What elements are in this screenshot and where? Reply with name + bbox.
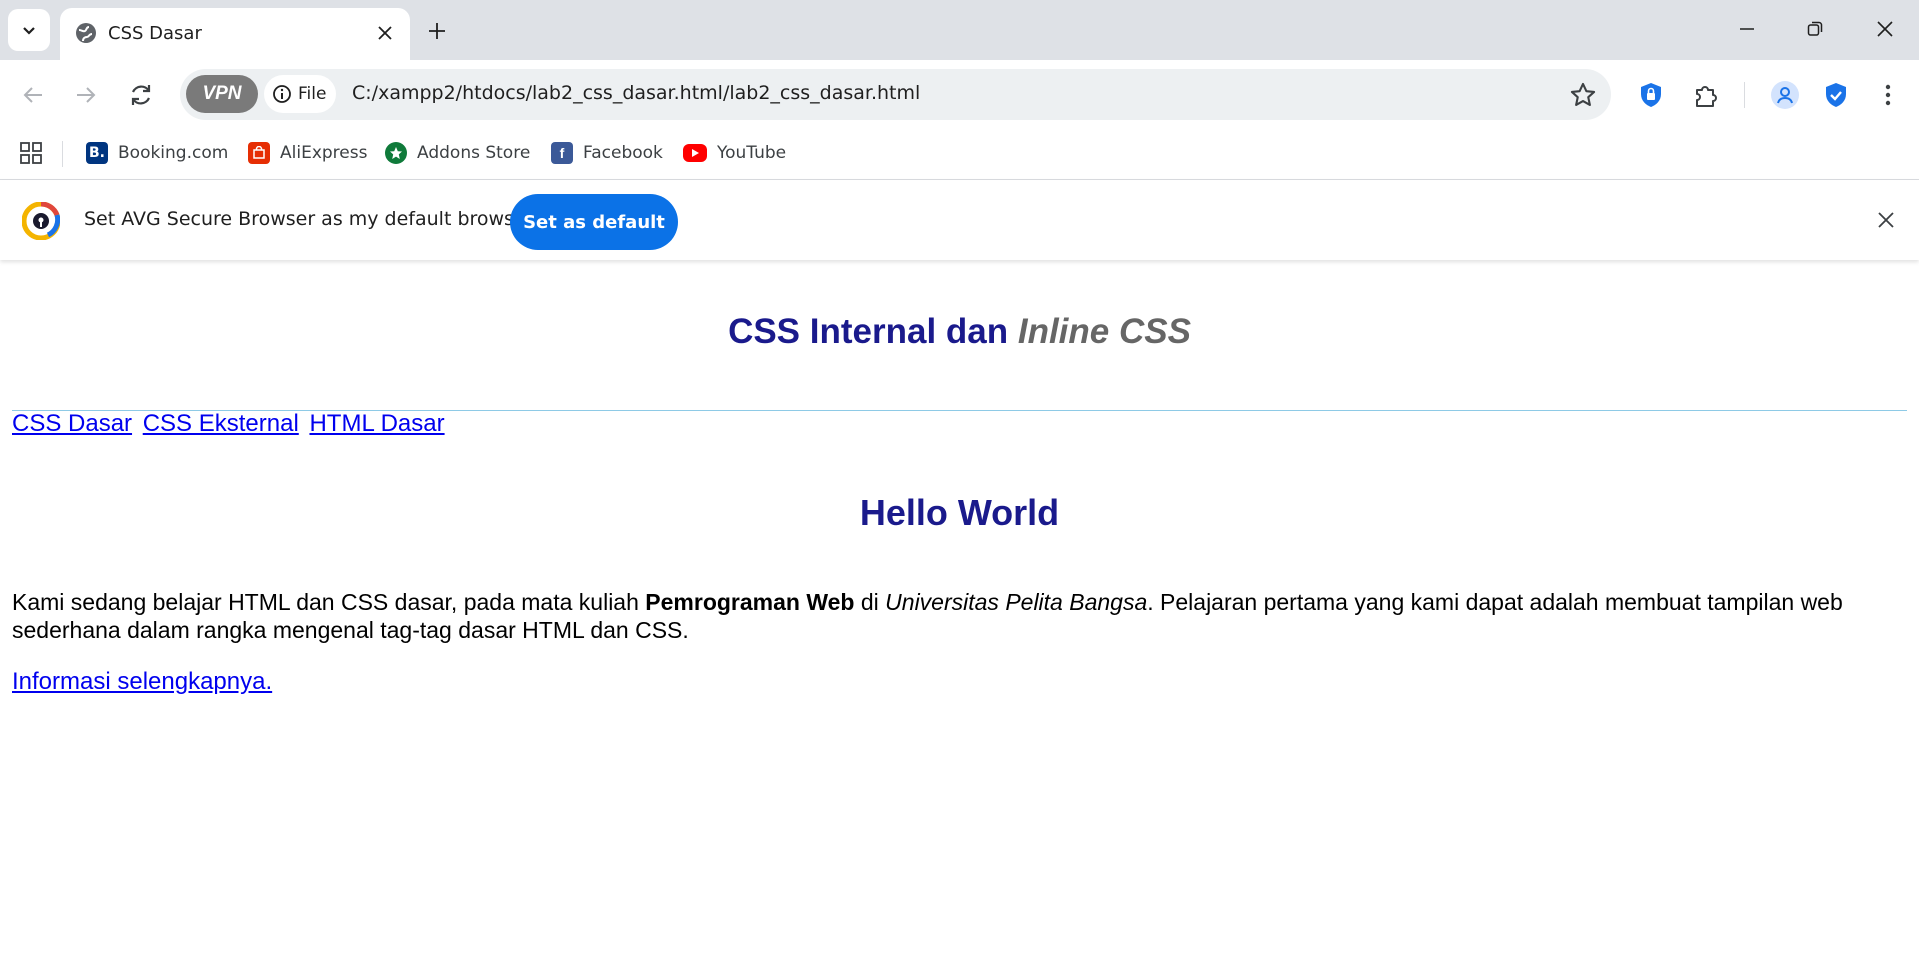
more-info-link[interactable]: Informasi selengkapnya. bbox=[12, 668, 272, 696]
heading-inline-text: Inline CSS bbox=[1017, 312, 1191, 351]
toolbar-divider bbox=[1744, 82, 1745, 108]
heading-internal-text: CSS Internal dan bbox=[728, 312, 1018, 351]
site-info-chip[interactable]: File bbox=[264, 75, 336, 113]
tab-search-button[interactable] bbox=[8, 9, 50, 51]
infobar-close-icon[interactable] bbox=[1873, 207, 1899, 233]
tab-strip: CSS Dasar bbox=[0, 0, 1919, 60]
default-browser-infobar: Set AVG Secure Browser as my default bro… bbox=[0, 180, 1919, 260]
bookmark-label: AliExpress bbox=[280, 143, 368, 163]
bookmarks-bar: B. Booking.com AliExpress Addons Store f… bbox=[0, 129, 1919, 180]
globe-icon bbox=[76, 23, 96, 43]
reload-icon bbox=[131, 85, 151, 105]
bookmark-label: Booking.com bbox=[118, 143, 229, 163]
arrow-left-icon bbox=[23, 87, 42, 103]
back-button[interactable] bbox=[13, 75, 53, 115]
youtube-icon bbox=[683, 144, 707, 162]
minimize-button[interactable] bbox=[1713, 6, 1781, 52]
booking-icon: B. bbox=[86, 142, 108, 164]
bookmark-facebook[interactable]: f Facebook bbox=[551, 138, 663, 168]
menu-button[interactable] bbox=[1868, 75, 1908, 115]
tab-close-icon[interactable] bbox=[372, 20, 398, 46]
facebook-icon: f bbox=[551, 142, 573, 164]
bookmark-addons-store[interactable]: Addons Store bbox=[385, 138, 530, 168]
close-icon bbox=[1877, 21, 1893, 37]
profile-button[interactable] bbox=[1765, 75, 1805, 115]
para-text: Kami sedang belajar HTML dan CSS dasar, … bbox=[12, 589, 646, 615]
tab-css-dasar[interactable]: CSS Dasar bbox=[60, 8, 410, 60]
bookmark-youtube[interactable]: YouTube bbox=[683, 138, 786, 168]
nav-link-css-dasar[interactable]: CSS Dasar bbox=[12, 410, 132, 437]
vpn-label: VPN bbox=[202, 83, 242, 104]
address-bar[interactable]: VPN File C:/xampp2/htdocs/lab2_css_dasar… bbox=[180, 69, 1611, 120]
aliexpress-icon bbox=[248, 142, 270, 164]
avg-privacy-button[interactable] bbox=[1631, 75, 1671, 115]
more-vert-icon bbox=[1885, 84, 1891, 106]
page-content: CSS Internal dan Inline CSS CSS Dasar CS… bbox=[0, 262, 1919, 967]
addons-store-icon bbox=[385, 142, 407, 164]
file-chip-label: File bbox=[298, 84, 327, 104]
bookmarks-divider bbox=[62, 141, 63, 167]
avg-browser-logo-icon bbox=[22, 202, 60, 240]
bookmark-label: Addons Store bbox=[417, 143, 531, 163]
bookmark-aliexpress[interactable]: AliExpress bbox=[248, 138, 367, 168]
hello-heading: Hello World bbox=[859, 492, 1060, 533]
page-heading: CSS Internal dan Inline CSS bbox=[0, 312, 1919, 352]
plus-icon bbox=[429, 23, 445, 39]
chevron-down-icon bbox=[23, 27, 35, 35]
puzzle-icon bbox=[1696, 86, 1717, 107]
apps-grid-icon[interactable] bbox=[19, 141, 43, 165]
forward-button[interactable] bbox=[66, 75, 106, 115]
para-italic-text: Universitas Pelita Bangsa bbox=[885, 589, 1148, 615]
vpn-button[interactable]: VPN bbox=[186, 75, 258, 113]
para-bold-text: Pemrograman Web bbox=[645, 589, 855, 615]
shield-check-icon bbox=[1826, 83, 1846, 107]
reload-button[interactable] bbox=[121, 75, 161, 115]
arrow-right-icon bbox=[77, 87, 96, 103]
restore-button[interactable] bbox=[1781, 6, 1849, 52]
close-window-button[interactable] bbox=[1851, 6, 1919, 52]
page-nav: CSS Dasar CSS Eksternal HTML Dasar bbox=[12, 410, 449, 438]
extensions-button[interactable] bbox=[1686, 75, 1726, 115]
toolbar: VPN File C:/xampp2/htdocs/lab2_css_dasar… bbox=[0, 60, 1919, 129]
avg-shield-button[interactable] bbox=[1816, 75, 1856, 115]
nav-link-css-eksternal[interactable]: CSS Eksternal bbox=[143, 410, 299, 437]
minimize-icon bbox=[1740, 28, 1754, 30]
info-icon bbox=[273, 85, 291, 103]
restore-icon bbox=[1807, 21, 1823, 36]
bookmark-star-icon[interactable] bbox=[1569, 81, 1597, 109]
intro-paragraph: Kami sedang belajar HTML dan CSS dasar, … bbox=[12, 588, 1902, 644]
infobar-message: Set AVG Secure Browser as my default bro… bbox=[84, 208, 534, 230]
tab-title: CSS Dasar bbox=[108, 23, 202, 44]
para-text: di bbox=[854, 589, 886, 615]
bookmark-label: YouTube bbox=[717, 143, 787, 163]
bookmark-label: Facebook bbox=[583, 143, 663, 163]
shield-lock-icon bbox=[1641, 83, 1661, 107]
new-tab-button[interactable] bbox=[420, 16, 454, 46]
nav-link-html-dasar[interactable]: HTML Dasar bbox=[309, 410, 444, 437]
avatar-icon bbox=[1771, 81, 1799, 109]
url-text[interactable]: C:/xampp2/htdocs/lab2_css_dasar.html/lab… bbox=[352, 82, 920, 104]
set-as-default-button[interactable]: Set as default bbox=[510, 194, 678, 250]
bookmark-booking[interactable]: B. Booking.com bbox=[86, 138, 228, 168]
